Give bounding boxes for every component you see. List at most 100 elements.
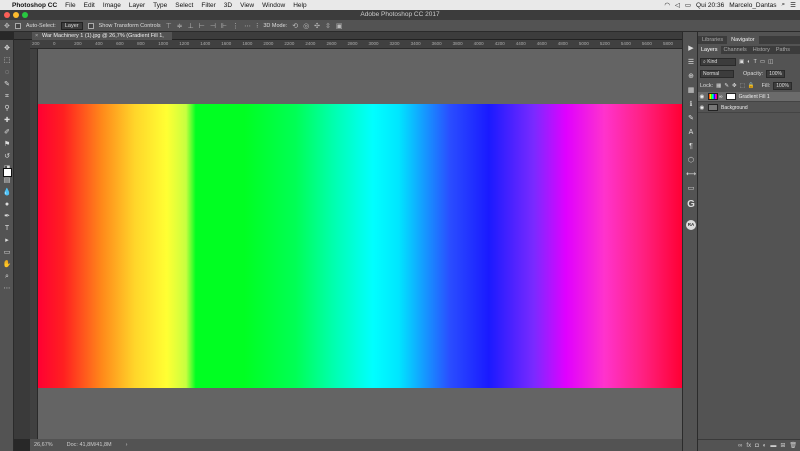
clone-stamp-tool-icon[interactable]: ⚑ — [2, 140, 12, 149]
tab-layers[interactable]: Layers — [698, 46, 721, 54]
layer-style-icon[interactable]: fx — [746, 443, 751, 449]
gradient-tool-icon[interactable]: ▤ — [2, 176, 12, 185]
lock-position-icon[interactable]: ✥ — [732, 83, 737, 89]
show-transform-checkbox[interactable] — [87, 22, 94, 29]
hand-tool-icon[interactable]: ✋ — [2, 260, 12, 269]
zoom-window-button[interactable] — [22, 12, 28, 18]
close-window-button[interactable] — [4, 12, 10, 18]
filter-pixel-icon[interactable]: ▣ — [739, 59, 744, 65]
timeline-icon[interactable]: ⟷ — [686, 170, 696, 180]
menubar-clock[interactable]: Qui 20:36 — [696, 2, 724, 9]
align-right-icon[interactable]: ⊩ — [221, 22, 227, 30]
filter-shape-icon[interactable]: ▭ — [760, 59, 765, 65]
spotlight-icon[interactable]: ⌕ — [782, 1, 786, 9]
layer-row-background[interactable]: ◉ Background — [698, 103, 800, 113]
visibility-eye-icon[interactable]: ◉ — [698, 105, 706, 111]
horizontal-ruler[interactable]: 200 0 200 400 600 800 1000 1200 1400 1600 1800 2000… — [30, 40, 682, 49]
lasso-tool-icon[interactable]: ◌ — [2, 68, 12, 77]
play-icon[interactable]: ▶ — [686, 44, 696, 54]
3d-cube-icon[interactable]: ⬡ — [686, 156, 696, 166]
3d-pan-icon[interactable]: ✣ — [314, 22, 320, 30]
move-tool-preset-icon[interactable]: ✥ — [4, 22, 10, 30]
chain-link-icon[interactable]: ∞ — [719, 94, 723, 100]
trash-icon[interactable]: 🗑 — [789, 442, 797, 449]
filter-type-icon[interactable]: T — [754, 59, 757, 65]
crop-tool-icon[interactable]: ⌗ — [2, 92, 12, 101]
distribute-h-icon[interactable]: ⋯ — [244, 22, 251, 30]
align-middle-icon[interactable]: ≑ — [177, 22, 183, 30]
dodge-tool-icon[interactable]: ● — [2, 200, 12, 209]
new-adjustment-icon[interactable]: ◐ — [763, 443, 767, 449]
menu-app-name[interactable]: Photoshop CC — [12, 2, 57, 9]
shape-tool-icon[interactable]: ▭ — [2, 248, 12, 257]
layer-mask-thumbnail[interactable] — [725, 93, 736, 100]
menu-file[interactable]: File — [65, 2, 75, 9]
menu-help[interactable]: Help — [293, 2, 306, 9]
document-tab[interactable]: × War Machinery 1 (1).jpg @ 26,7% (Gradi… — [32, 32, 172, 47]
tab-channels[interactable]: Channels — [721, 46, 750, 54]
fill-field[interactable]: 100% — [773, 81, 792, 90]
auto-select-checkbox[interactable] — [14, 22, 21, 29]
swatches-icon[interactable]: ▦ — [686, 86, 696, 96]
filter-adjustment-icon[interactable]: ◐ — [747, 59, 750, 65]
new-layer-icon[interactable]: ⊞ — [780, 442, 785, 449]
align-bottom-icon[interactable]: ⊥ — [188, 22, 194, 30]
minimize-window-button[interactable] — [13, 12, 19, 18]
type-tool-icon[interactable]: T — [2, 224, 12, 233]
vertical-ruler[interactable] — [30, 49, 38, 439]
wifi-icon[interactable]: ◠ — [664, 1, 670, 9]
opacity-field[interactable]: 100% — [766, 69, 785, 78]
close-tab-icon[interactable]: × — [35, 32, 38, 40]
menu-edit[interactable]: Edit — [84, 2, 95, 9]
filter-smart-icon[interactable]: ◫ — [768, 59, 773, 65]
document-canvas-gradient[interactable] — [38, 104, 682, 388]
auto-select-dropdown[interactable]: Layer — [60, 21, 83, 30]
menu-filter[interactable]: Filter — [201, 2, 215, 9]
zoom-tool-icon[interactable]: ⌕ — [2, 272, 12, 281]
history-brush-tool-icon[interactable]: ↺ — [2, 152, 12, 161]
menu-view[interactable]: View — [240, 2, 254, 9]
menubar-user[interactable]: Marcelo_Dantas — [729, 2, 776, 9]
lock-all-icon[interactable]: 🔒 — [748, 83, 755, 89]
blur-tool-icon[interactable]: 💧 — [2, 188, 12, 197]
tab-navigator[interactable]: Navigator — [727, 36, 759, 44]
lock-pixels-icon[interactable]: ✎ — [724, 83, 729, 89]
marquee-tool-icon[interactable]: ⬚ — [2, 56, 12, 65]
align-top-icon[interactable]: ⊤ — [166, 22, 172, 30]
pen-tool-icon[interactable]: ✒ — [2, 212, 12, 221]
battery-icon[interactable]: ▭ — [685, 1, 691, 9]
layer-filter-kind[interactable]: ⌕ Kind — [700, 57, 736, 66]
healing-brush-tool-icon[interactable]: ✚ — [2, 116, 12, 125]
zoom-level[interactable]: 26,67% — [34, 442, 53, 448]
3d-roll-icon[interactable]: ◎ — [303, 22, 309, 30]
tab-history[interactable]: History — [750, 46, 773, 54]
eyedropper-tool-icon[interactable]: ⚲ — [2, 104, 12, 113]
menu-layer[interactable]: Layer — [129, 2, 145, 9]
link-layers-icon[interactable]: ∞ — [738, 443, 742, 449]
menu-list-icon[interactable]: ☰ — [790, 1, 796, 9]
lock-artboard-icon[interactable]: ⬚ — [740, 83, 745, 89]
brush-tool-icon[interactable]: ✐ — [2, 128, 12, 137]
volume-icon[interactable]: ◁ — [675, 1, 680, 9]
add-mask-icon[interactable]: ◘ — [755, 443, 759, 449]
distribute-icon[interactable]: ⋮ — [232, 22, 239, 30]
layer-row-gradient-fill[interactable]: ◉ ∞ Gradient Fill 1 — [698, 92, 800, 102]
status-arrow-icon[interactable]: › — [126, 442, 128, 448]
quick-select-tool-icon[interactable]: ✎ — [2, 80, 12, 89]
move-tool-icon[interactable]: ✥ — [2, 44, 12, 53]
3d-rotate-icon[interactable]: ⟲ — [292, 22, 298, 30]
blend-mode-dropdown[interactable]: Normal — [700, 69, 734, 78]
brush-settings-icon[interactable]: ✎ — [686, 114, 696, 124]
info-icon[interactable]: ℹ — [686, 100, 696, 110]
menu-select[interactable]: Select — [175, 2, 193, 9]
new-group-icon[interactable]: ▬ — [770, 443, 776, 449]
align-center-icon[interactable]: ⊣ — [210, 22, 216, 30]
properties-icon[interactable]: ☰ — [686, 58, 696, 68]
adjustments-icon[interactable]: ⊕ — [686, 72, 696, 82]
document-info[interactable]: Doc: 41,8M/41,8M — [67, 442, 112, 448]
foreground-color-swatch[interactable] — [3, 168, 12, 177]
plugin-g-icon[interactable]: G — [686, 200, 696, 210]
menu-type[interactable]: Type — [153, 2, 167, 9]
lock-transparent-icon[interactable]: ▦ — [716, 83, 721, 89]
character-icon[interactable]: A — [686, 128, 696, 138]
